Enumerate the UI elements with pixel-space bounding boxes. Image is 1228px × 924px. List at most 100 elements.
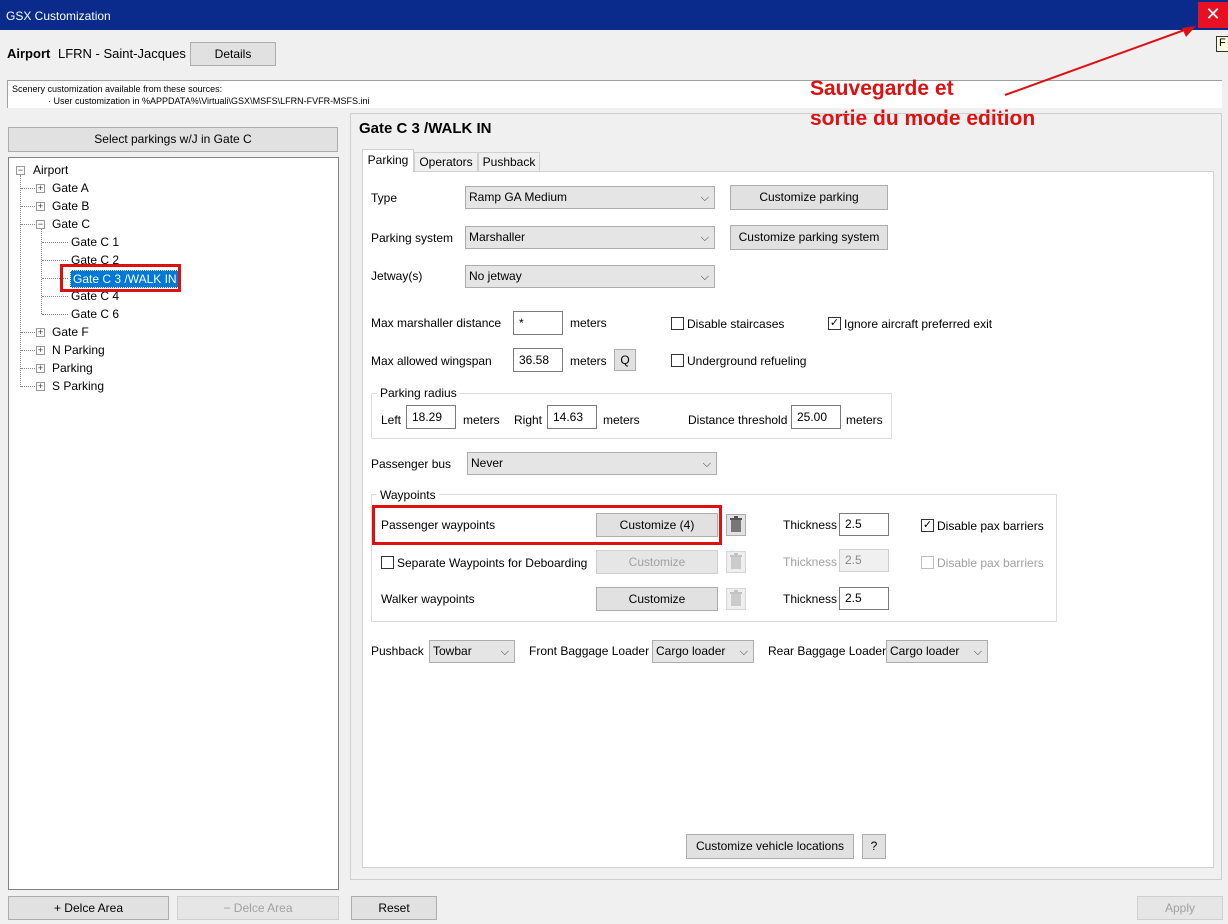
- details-button[interactable]: Details: [190, 42, 276, 66]
- disable-staircases-checkbox[interactable]: [671, 317, 684, 330]
- help-button[interactable]: ?: [862, 834, 886, 859]
- expand-icon[interactable]: +: [36, 184, 45, 193]
- meters-unit: meters: [846, 413, 883, 427]
- disable-pax-barriers-label-disabled: Disable pax barriers: [937, 556, 1044, 570]
- parking-system-select[interactable]: Marshaller ⌵: [465, 226, 715, 249]
- meters-unit: meters: [570, 316, 607, 330]
- q-button[interactable]: Q: [614, 349, 636, 371]
- jetways-select-value: No jetway: [469, 269, 522, 283]
- meters-unit: meters: [463, 413, 500, 427]
- expand-icon[interactable]: +: [36, 328, 45, 337]
- max-marshaller-label: Max marshaller distance: [371, 316, 502, 330]
- trash-icon[interactable]: [726, 588, 746, 610]
- thickness-label: Thickness: [783, 518, 838, 532]
- pushback-select-value: Towbar: [433, 644, 472, 658]
- corner-tooltip: F: [1216, 36, 1228, 52]
- add-delce-area-button[interactable]: + Delce Area: [8, 896, 169, 920]
- tree-item-gate-a[interactable]: Gate A: [52, 181, 89, 195]
- tree-item-gate-c6[interactable]: Gate C 6: [71, 307, 119, 321]
- select-parkings-button[interactable]: Select parkings w/J in Gate C: [8, 127, 338, 152]
- window-title: GSX Customization: [6, 9, 111, 23]
- radius-left-label: Left: [381, 413, 402, 427]
- tree-item-gate-b[interactable]: Gate B: [52, 199, 89, 213]
- expand-icon[interactable]: +: [36, 346, 45, 355]
- customize-walker-waypoints-button[interactable]: Customize: [596, 587, 718, 611]
- pushback-select[interactable]: Towbar ⌵: [429, 640, 515, 663]
- tree-item-n-parking[interactable]: N Parking: [52, 343, 105, 357]
- radius-left-input[interactable]: 18.29: [406, 405, 456, 429]
- meters-unit: meters: [603, 413, 640, 427]
- apply-button[interactable]: Apply: [1137, 896, 1223, 920]
- pushback-label: Pushback: [371, 644, 424, 658]
- chevron-down-icon: ⌵: [700, 192, 709, 204]
- chevron-down-icon: ⌵: [700, 232, 709, 244]
- expand-icon[interactable]: +: [36, 364, 45, 373]
- expand-icon[interactable]: +: [36, 382, 45, 391]
- chevron-down-icon: ⌵: [500, 646, 509, 658]
- page-title: Gate C 3 /WALK IN: [359, 120, 492, 137]
- radius-right-input[interactable]: 14.63: [547, 405, 597, 429]
- front-loader-label: Front Baggage Loader: [529, 644, 650, 658]
- parking-radius-title: Parking radius: [377, 386, 460, 400]
- passenger-bus-label: Passenger bus: [371, 457, 452, 471]
- reset-button[interactable]: Reset: [351, 896, 437, 920]
- disable-staircases-label: Disable staircases: [687, 317, 785, 331]
- front-loader-select[interactable]: Cargo loader ⌵: [652, 640, 754, 663]
- parking-system-select-value: Marshaller: [469, 230, 526, 244]
- collapse-icon[interactable]: −: [36, 220, 45, 229]
- passenger-bus-select[interactable]: Never ⌵: [467, 452, 717, 475]
- highlight-box-selected-gate: [60, 264, 181, 292]
- thickness-input-walker[interactable]: 2.5: [839, 587, 889, 610]
- disable-pax-barriers-checkbox[interactable]: ✓: [921, 519, 934, 532]
- tree-item-gate-c[interactable]: Gate C: [52, 217, 90, 231]
- type-select-value: Ramp GA Medium: [469, 190, 568, 204]
- tree-item-gate-c1[interactable]: Gate C 1: [71, 235, 119, 249]
- max-marshaller-input[interactable]: *: [513, 311, 563, 335]
- airport-label: Airport: [7, 46, 51, 61]
- distance-threshold-label: Distance threshold: [688, 413, 788, 427]
- collapse-icon[interactable]: −: [16, 166, 25, 175]
- separate-waypoints-checkbox[interactable]: [381, 556, 394, 569]
- customize-parking-system-button[interactable]: Customize parking system: [730, 225, 888, 250]
- trash-icon[interactable]: [726, 551, 746, 573]
- close-button[interactable]: ✕: [1198, 2, 1228, 28]
- type-select[interactable]: Ramp GA Medium ⌵: [465, 186, 715, 209]
- tab-parking[interactable]: Parking: [362, 149, 414, 172]
- waypoints-title: Waypoints: [377, 488, 439, 502]
- rear-loader-select[interactable]: Cargo loader ⌵: [886, 640, 988, 663]
- distance-threshold-input[interactable]: 25.00: [791, 405, 841, 429]
- thickness-input-passenger[interactable]: 2.5: [839, 513, 889, 536]
- tab-pushback[interactable]: Pushback: [478, 152, 540, 172]
- expand-icon[interactable]: +: [36, 202, 45, 211]
- tree-item-s-parking[interactable]: S Parking: [52, 379, 104, 393]
- remove-delce-area-button[interactable]: − Delce Area: [177, 896, 339, 920]
- jetways-label: Jetway(s): [371, 269, 423, 283]
- ignore-exit-checkbox[interactable]: ✓: [828, 317, 841, 330]
- chevron-down-icon: ⌵: [700, 271, 709, 283]
- jetways-select[interactable]: No jetway ⌵: [465, 265, 715, 288]
- separate-waypoints-label: Separate Waypoints for Deboarding: [397, 556, 588, 570]
- underground-refueling-checkbox[interactable]: [671, 354, 684, 367]
- chevron-down-icon: ⌵: [739, 646, 748, 658]
- parking-system-label: Parking system: [371, 231, 454, 245]
- thickness-input-deboarding[interactable]: 2.5: [839, 549, 889, 572]
- customize-deboarding-button[interactable]: Customize: [596, 550, 718, 574]
- tree-item-gate-f[interactable]: Gate F: [52, 325, 89, 339]
- tab-operators[interactable]: Operators: [414, 152, 478, 172]
- close-icon: ✕: [1205, 4, 1221, 24]
- thickness-label-disabled: Thickness: [783, 555, 838, 569]
- type-label: Type: [371, 191, 398, 205]
- walker-waypoints-label: Walker waypoints: [381, 592, 475, 606]
- tree-root-airport[interactable]: Airport: [33, 163, 68, 177]
- max-wingspan-input[interactable]: 36.58: [513, 348, 563, 372]
- tree-item-parking[interactable]: Parking: [52, 361, 93, 375]
- underground-refueling-label: Underground refueling: [687, 354, 807, 368]
- passenger-bus-select-value: Never: [471, 456, 504, 470]
- radius-right-label: Right: [514, 413, 543, 427]
- customize-vehicle-locations-button[interactable]: Customize vehicle locations: [686, 834, 854, 859]
- customize-parking-button[interactable]: Customize parking: [730, 185, 888, 210]
- trash-icon[interactable]: [726, 514, 746, 536]
- sources-line-2: · User customization in %APPDATA%\Virtua…: [48, 96, 370, 106]
- disable-pax-barriers-checkbox-disabled[interactable]: [921, 556, 934, 569]
- ignore-exit-label: Ignore aircraft preferred exit: [844, 317, 993, 331]
